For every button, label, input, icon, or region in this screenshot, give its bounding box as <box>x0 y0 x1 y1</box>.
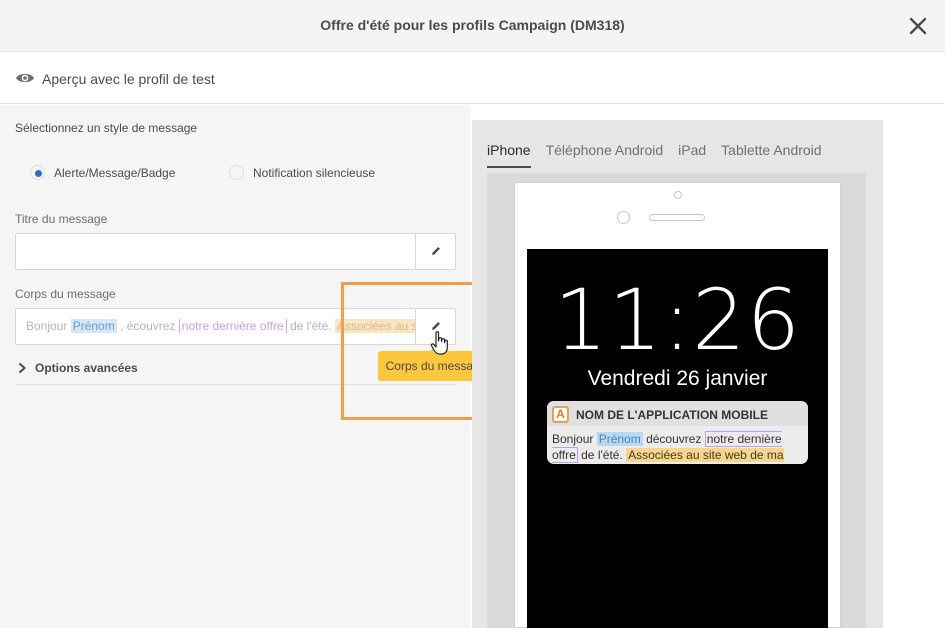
radio-dot[interactable] <box>229 165 244 180</box>
message-body-label: Corps du message <box>15 287 116 301</box>
notif-token-firstname: Prénom <box>596 432 643 446</box>
hand-cursor-icon <box>430 330 450 361</box>
body-text: , écouvrez <box>116 319 179 333</box>
notif-text: découvrez <box>642 432 705 446</box>
dialog-title: Offre d'été pour les profils Campaign (D… <box>320 17 625 33</box>
notification-header: A NOM DE L'APPLICATION MOBILE <box>547 401 808 426</box>
notification-body: Bonjour Prénom découvrez notre dernière … <box>552 431 807 464</box>
radio-silent-notification[interactable]: Notification silencieuse <box>229 165 375 180</box>
radio-label: Alerte/Message/Badge <box>54 165 176 180</box>
content-block-offer[interactable]: notre dernière offre <box>178 319 287 333</box>
app-icon-letter: A <box>556 407 565 421</box>
dialog-header: Offre d'été pour les profils Campaign (D… <box>0 0 945 52</box>
edit-title-button[interactable] <box>415 234 455 269</box>
radio-label: Notification silencieuse <box>253 165 376 180</box>
body-text: de l'été. <box>286 319 335 333</box>
message-title-field[interactable] <box>15 233 456 270</box>
radio-alert-message-badge[interactable]: Alerte/Message/Badge <box>30 165 175 180</box>
tab-android-phone[interactable]: Téléphone Android <box>546 142 664 168</box>
speaker-slot <box>649 214 705 221</box>
device-preview-panel: iPhone Téléphone Android iPad Tablette A… <box>472 120 883 628</box>
pencil-icon <box>432 247 440 255</box>
notif-text: Bonjour <box>552 432 597 446</box>
iphone-mockup: 11:26 Vendredi 26 janvier A NOM DE L'APP… <box>514 182 841 628</box>
lock-screen: 11:26 Vendredi 26 janvier A NOM DE L'APP… <box>527 249 828 628</box>
lock-screen-time: 11:26 <box>553 271 802 369</box>
tab-iphone[interactable]: iPhone <box>487 142 531 168</box>
preview-bar: Aperçu avec le profil de test <box>0 52 945 104</box>
lock-screen-date: Vendredi 26 janvier <box>587 367 768 390</box>
tab-android-tablet[interactable]: Tablette Android <box>721 142 821 168</box>
push-notification: A NOM DE L'APPLICATION MOBILE Bonjour Pr… <box>547 401 808 464</box>
body-text: Bonjour <box>26 319 71 333</box>
front-camera <box>617 211 630 224</box>
advanced-options-label: Options avancées <box>35 361 138 375</box>
preview-with-test-profile-link[interactable]: Aperçu avec le profil de test <box>42 71 215 87</box>
close-icon[interactable] <box>907 15 929 37</box>
chevron-right-icon <box>18 362 26 374</box>
camera-dot <box>674 191 682 199</box>
app-name: NOM DE L'APPLICATION MOBILE <box>576 408 768 422</box>
app-icon: A <box>552 406 569 423</box>
eye-icon[interactable] <box>15 71 35 85</box>
message-title-label: Titre du message <box>15 212 108 226</box>
style-section-title: Sélectionnez un style de message <box>15 121 198 135</box>
device-tabs: iPhone Téléphone Android iPad Tablette A… <box>487 142 837 168</box>
notif-text: de l'été. <box>577 448 627 462</box>
tab-ipad[interactable]: iPad <box>678 142 706 168</box>
radio-dot[interactable] <box>30 165 45 180</box>
device-frame: 11:26 Vendredi 26 janvier A NOM DE L'APP… <box>487 173 866 628</box>
personalization-token-firstname[interactable]: Prénom <box>70 319 117 333</box>
